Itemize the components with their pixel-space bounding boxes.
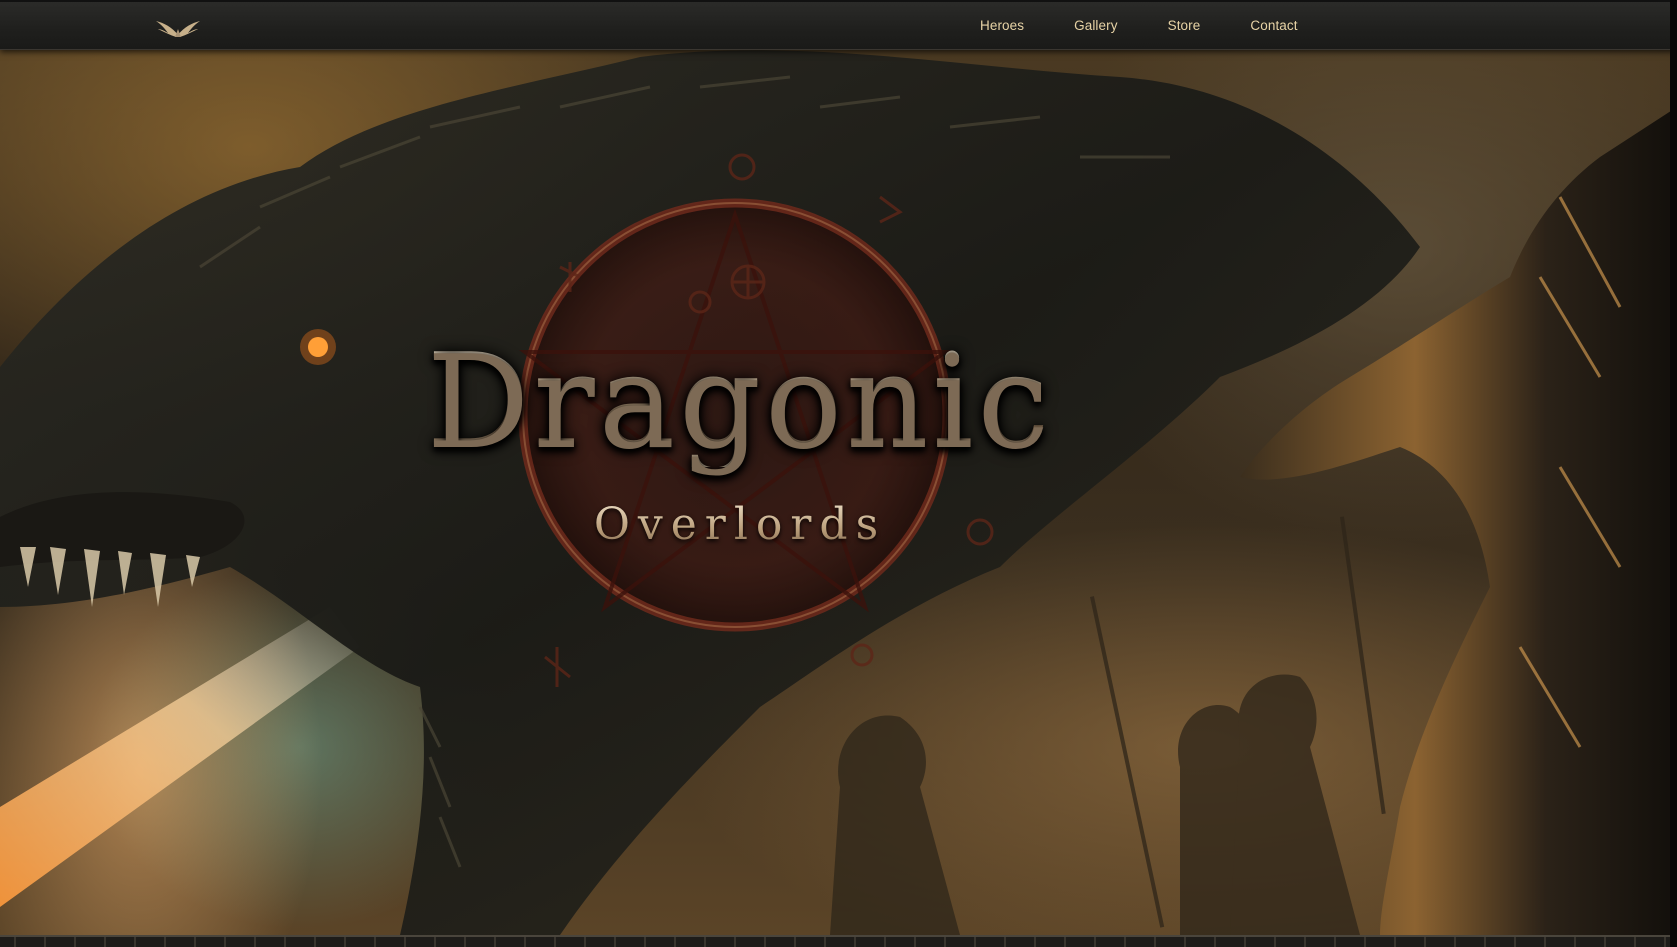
game-subtitle: Overlords	[250, 499, 1230, 550]
fire-breath	[0, 607, 360, 907]
page: Heroes Gallery Store Contact Dragonic Ov…	[0, 0, 1677, 947]
nav-link-store[interactable]: Store	[1168, 18, 1201, 33]
winged-emblem-icon[interactable]	[156, 15, 200, 39]
game-title: Dragonic	[250, 337, 1230, 467]
nav-link-heroes[interactable]: Heroes	[980, 18, 1024, 33]
main-nav: Heroes Gallery Store Contact	[980, 2, 1348, 49]
top-navigation-bar: Heroes Gallery Store Contact	[0, 0, 1677, 50]
decorative-bottom-border	[0, 935, 1677, 947]
hero-artwork	[0, 50, 1677, 935]
hero-banner: Dragonic Overlords	[0, 47, 1677, 935]
nav-link-gallery[interactable]: Gallery	[1074, 18, 1117, 33]
right-edge-shadow	[1670, 0, 1677, 947]
nav-link-contact[interactable]: Contact	[1250, 18, 1297, 33]
